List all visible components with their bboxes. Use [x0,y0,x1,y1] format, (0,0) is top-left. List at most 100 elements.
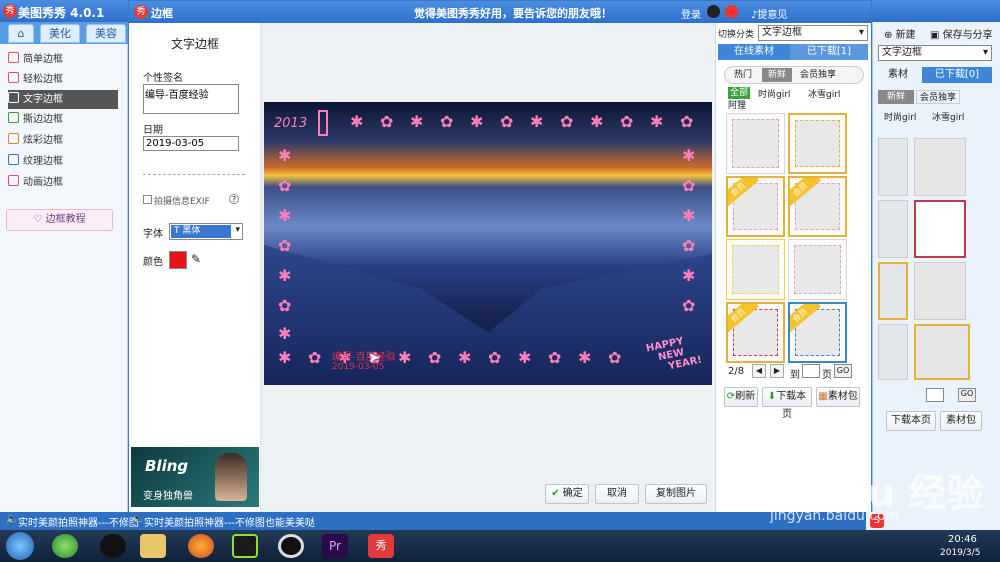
bg-download-page-button[interactable]: 下载本页 [886,411,936,431]
new-button[interactable]: ⊕ 新建 [884,26,916,41]
frame-year-text: 2013 [274,116,308,131]
bg-go-button[interactable]: GO [958,388,976,402]
package-button[interactable]: ▦素材包 [816,387,860,407]
bg-page-input[interactable] [926,388,944,402]
next-page-button[interactable]: ▶ [770,364,784,378]
qq-icon[interactable] [707,5,720,18]
bg-filter-vip[interactable]: 会员独享 [916,90,960,104]
subfilter-fashion[interactable]: 时尚girl [758,87,790,100]
clock-time[interactable]: 20:46 [948,534,977,545]
bg-tab-material[interactable]: 素材 [874,67,922,83]
color-swatch[interactable] [169,251,187,269]
material-thumb[interactable]: 会员 [788,302,847,363]
promo-brand: Bling [145,457,189,475]
sidebar-item-animated[interactable]: 动画边框 [8,173,118,192]
divider [143,174,245,175]
bg-thumb[interactable] [878,200,908,258]
bg-tab-downloaded[interactable]: 已下载[0] [922,67,992,83]
baidu-watermark-url: jingyan.baidu.com [770,508,900,524]
tutorial-button[interactable]: ♡ 边框教程 [6,209,113,231]
photo-preview[interactable]: 2013 ✱ ✿ ✱ ✿ ✱ ✿ ✱ ✿ ✱ ✿ ✱ ✿ ✱ ✿ ✱ ✿ ✱ ✿ ✱ ✿ ✱ ✿ ✱ ✿ ✱ ✿ ✱ ✿ ✱ ✿ ✱ ✱… [264,102,712,385]
download-page-button[interactable]: ⬇下载本页 [762,387,812,420]
dialog-title: 边框 [151,7,173,20]
bg-thumb[interactable] [878,138,908,196]
tab-downloaded[interactable]: 已下载[1] [790,44,868,60]
refresh-button[interactable]: ⟳刷新 [724,387,758,407]
bg-filter-fresh[interactable]: 新鲜 [878,90,914,104]
bg-package-button[interactable]: 素材包 [940,411,982,431]
bg-thumb[interactable] [878,324,908,380]
sidebar-item-simple[interactable]: 简单边框 [8,50,118,69]
subfilter-ali[interactable]: 阿狸 [728,98,746,111]
bg-subfilter-fashion[interactable]: 时尚girl [884,110,916,123]
tab-beautify[interactable]: 美化 [40,24,80,43]
promo-caption: 变身独角兽 [143,491,193,502]
go-button[interactable]: GO [834,364,852,378]
signature-input[interactable]: 编导-百度经验 [143,84,239,114]
help-icon[interactable]: ? [229,194,239,204]
feedback-link[interactable]: ♪提意见 [751,6,787,21]
subfilter-ice[interactable]: 冰雪girl [808,87,840,100]
material-thumb[interactable] [726,113,785,174]
qq-icon[interactable] [100,534,126,558]
filter-vip[interactable]: 会员独享 [796,68,840,82]
chevron-down-icon: ▾ [235,225,240,235]
material-thumb[interactable] [788,239,847,300]
bg-thumb[interactable] [914,200,966,258]
package-icon: ▦ [818,391,828,402]
ok-button[interactable]: ✔ 确定 [545,484,589,504]
news-text-left[interactable]: 实时美颜拍照神器---不修图 [18,514,139,529]
sidebar-item-texture[interactable]: 纹理边框 [8,152,118,171]
folder-icon[interactable] [140,534,166,558]
filter-hot[interactable]: 热门 [728,68,758,82]
wings-icon: ♡ [33,214,46,225]
page-input[interactable] [802,364,820,378]
premiere-icon[interactable]: Pr [322,534,348,558]
browser-icon[interactable] [52,534,78,558]
meitu-icon[interactable]: 秀 [368,534,394,558]
clock-date[interactable]: 2019/3/5 [940,548,980,558]
material-thumb[interactable]: 会员 [726,302,785,363]
material-thumb[interactable] [788,113,847,174]
video-app-icon[interactable] [232,534,258,558]
material-thumb[interactable]: 会员 [726,176,785,237]
bg-thumb[interactable] [878,262,908,320]
sidebar-item-torn[interactable]: 撕边边框 [8,110,118,129]
material-thumb[interactable]: 会员 [788,176,847,237]
sidebar-item-colorful[interactable]: 炫彩边框 [8,131,118,150]
news-text[interactable]: 实时美颜拍照神器---不修图也能美美哒 [144,514,315,529]
cancel-button[interactable]: 取消 [595,484,639,504]
weibo-icon[interactable] [725,5,738,18]
bg-category-select[interactable]: 文字边框 ▾ [878,45,992,61]
bg-thumb[interactable] [914,262,966,320]
exif-checkbox[interactable] [143,195,152,204]
page-indicator: 2/8 [728,366,745,377]
login-link[interactable]: 登录 [681,6,701,21]
date-input[interactable] [143,136,239,151]
check-icon: ✔ [551,488,563,499]
sidebar-item-text-frame[interactable]: 文字边框 [8,90,118,109]
category-select[interactable]: 文字边框 ▾ [758,25,868,41]
font-select[interactable]: T 黑体 ▾ [169,223,243,240]
tab-home[interactable]: ⌂ [8,24,34,43]
font-select-value: T 黑体 [171,225,231,238]
prev-page-button[interactable]: ◀ [752,364,766,378]
start-button[interactable] [6,532,34,560]
material-thumb[interactable] [726,239,785,300]
tab-makeup[interactable]: 美容 [86,24,126,43]
copy-image-button[interactable]: 复制图片 [645,484,707,504]
sidebar-item-easy[interactable]: 轻松边框 [8,70,118,89]
record-icon[interactable] [278,534,304,558]
firefox-icon[interactable] [188,534,214,558]
tab-online[interactable]: 在线素材 [718,44,790,60]
eyedropper-icon[interactable]: ✎ [191,252,201,266]
bg-thumb[interactable] [914,138,966,196]
filter-fresh[interactable]: 新鲜 [762,68,792,82]
bg-subfilter-ice[interactable]: 冰雪girl [932,110,964,123]
promo-banner[interactable]: Bling 变身独角兽 [131,447,259,507]
signature-label: 个性签名 [143,73,183,84]
panel-heading: 文字边框 [170,37,219,51]
save-share-button[interactable]: ▣ 保存与分享 [930,26,993,41]
news-speaker-icon: 🔈 [132,514,145,525]
bg-thumb[interactable] [914,324,970,380]
